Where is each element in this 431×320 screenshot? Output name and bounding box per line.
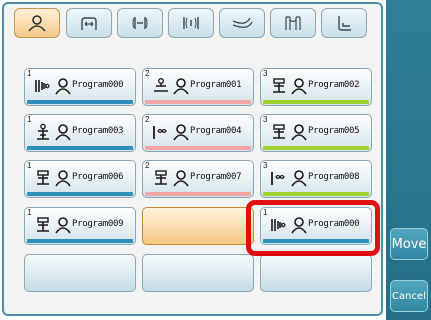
stack-icon [33,216,53,234]
program-number: 2 [145,69,150,78]
program-name: Program003 [72,126,124,136]
program-color-bar [145,146,251,150]
program-number: 3 [263,69,268,78]
program-color-bar [27,146,133,150]
program-color-bar [263,146,369,150]
infinity-icon [269,169,289,187]
program-slot[interactable]: 3 Program005 [260,114,372,152]
program-slot[interactable]: 1 Program003 [24,114,136,152]
program-name: Program002 [308,80,360,90]
program-color-bar [263,239,369,243]
tab-user[interactable] [14,8,60,38]
tab-depth[interactable] [117,8,163,38]
program-number: 3 [263,115,268,124]
program-move-screen: 1 Program000 2 Program001 3 Program002 1 Progra… [0,0,431,320]
sidebar: Move Cancel [386,0,431,320]
program-slot[interactable]: 1 Program009 [24,207,136,245]
program-color-bar [145,100,251,104]
program-color-bar [27,239,133,243]
user-icon [173,77,189,95]
empty-program-slot[interactable] [24,254,136,292]
user-icon [291,123,307,141]
program-number: 2 [145,161,150,170]
seat-icon [338,16,351,31]
empty-program-slot[interactable] [142,254,254,292]
program-slot[interactable]: 1 Program000 [24,68,136,106]
user-icon [55,77,71,95]
user-icon [291,216,307,234]
program-color-bar [27,192,133,196]
tab-legs[interactable] [270,8,316,38]
program-name: Program004 [190,126,242,136]
cancel-button[interactable]: Cancel [390,280,428,312]
program-slot[interactable]: 3 Program002 [260,68,372,106]
user-icon [291,169,307,187]
program-name: Program005 [308,126,360,136]
foot-icon [232,17,253,28]
program-name: Program009 [72,219,124,229]
program-number: 1 [263,208,268,217]
program-number: 1 [27,161,32,170]
program-name: Program008 [308,172,360,182]
program-slot[interactable]: 3 Program008 [260,160,372,198]
stack-icon [269,77,289,95]
user-icon [55,216,71,234]
program-color-bar [263,192,369,196]
tab-width[interactable] [168,8,214,38]
stack-icon [33,169,53,187]
stack-icon [269,123,289,141]
program-name: Program000 [308,219,360,229]
tab-foot[interactable] [219,8,265,38]
chair-icon [269,216,289,234]
user-icon [55,169,71,187]
program-slot[interactable]: 2 Program001 [142,68,254,106]
lift-icon [33,123,53,141]
user-icon [173,169,189,187]
program-number: 2 [145,115,150,124]
stack-icon [151,169,171,187]
empty-program-slot[interactable] [142,207,254,245]
tab-seat[interactable] [321,8,367,38]
program-number: 1 [27,115,32,124]
depth-icon [132,17,148,29]
program-color-bar [263,100,369,104]
program-color-bar [145,192,251,196]
arm-icon [81,17,97,30]
program-slot[interactable]: 2 Program007 [142,160,254,198]
program-number: 1 [27,208,32,217]
program-number: 1 [27,69,32,78]
user-icon [28,15,46,32]
user-icon [291,77,307,95]
tab-arm[interactable] [66,8,112,38]
program-color-bar [27,100,133,104]
program-slot[interactable]: 1 Program000 [260,207,372,245]
program-name: Program001 [190,80,242,90]
empty-program-slot[interactable] [260,254,372,292]
program-name: Program000 [72,80,124,90]
recline-icon [151,77,171,95]
user-icon [55,123,71,141]
width-icon [183,17,199,29]
chair-icon [33,77,53,95]
user-icon [173,123,189,141]
program-slot[interactable]: 1 Program006 [24,160,136,198]
program-slot[interactable]: 2 Program004 [142,114,254,152]
move-button[interactable]: Move [390,228,428,260]
infinity-icon [151,123,171,141]
program-name: Program006 [72,172,124,182]
legs-icon [285,16,301,30]
program-number: 3 [263,161,268,170]
program-name: Program007 [190,172,242,182]
